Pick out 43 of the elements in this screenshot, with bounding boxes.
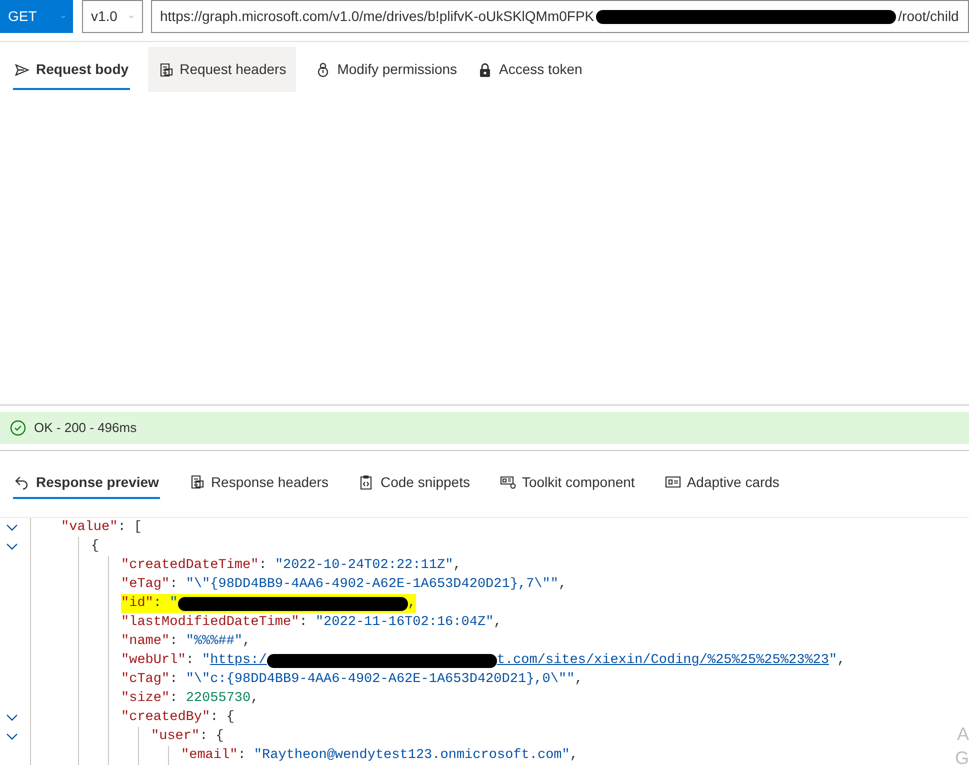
tab[interactable]: Access token — [476, 47, 584, 92]
card-icon — [664, 474, 681, 490]
code-line: "value": [ — [61, 519, 142, 537]
fold-chevron-icon[interactable] — [6, 524, 18, 532]
tab[interactable]: Request headers — [148, 47, 296, 92]
url-text: /root/child — [898, 7, 959, 26]
fold-chevron-icon[interactable] — [6, 714, 18, 722]
link[interactable]: t.com/sites/xiexin/Coding/%25%25%25%23%23 — [496, 651, 829, 670]
code-line: "cTag": "\"c:{98DD4BB9-4AA6-4902-A62E-1A653D420D21},0\"", — [121, 671, 583, 689]
url-text: https://graph.microsoft.com/v1.0/me/drives/b!plifvK-oUkSKlQMm0FPK — [160, 7, 594, 26]
code-line: "eTag": "\"{98DD4BB9-4AA6-4902-A62E-1A653D420D21},7\"", — [121, 576, 567, 594]
link[interactable]: https:/ — [210, 651, 267, 670]
code-line: { — [91, 538, 100, 556]
code-line: "lastModifiedDateTime": "2022-11-16T02:16:04Z", — [121, 614, 502, 632]
component-icon — [500, 474, 516, 490]
tab[interactable]: Response headers — [188, 463, 330, 501]
check-circle-icon — [10, 420, 26, 436]
status-text: OK - 200 - 496ms — [34, 419, 137, 438]
code-line: "email": "Raytheon@wendytest123.onmicrosoft.com", — [181, 747, 578, 765]
url-field[interactable]: https://graph.microsoft.com/v1.0/me/drives/b!plifvK-oUkSKlQMm0FPK /root/child — [151, 0, 969, 33]
code-line: "webUrl": "https:/ t.com/sites/xiexin/Coding/%25%25%25%23%23", — [121, 651, 846, 670]
method-dropdown[interactable]: GET — [0, 0, 73, 33]
document-icon — [158, 62, 174, 78]
code-line: "createdDateTime": "2022-10-24T02:22:11Z", — [121, 557, 462, 575]
fold-chevron-icon[interactable] — [6, 543, 18, 551]
return-arrow-icon — [14, 474, 30, 490]
tab[interactable]: Modify permissions — [314, 47, 458, 92]
code-line: "size": 22055730, — [121, 690, 259, 708]
clipboard-code-icon — [358, 474, 374, 490]
code-line: "user": { — [151, 728, 224, 746]
overlay-text: G — [954, 747, 969, 765]
overlay-text: A — [956, 723, 969, 746]
tab[interactable]: Response preview — [13, 463, 160, 501]
code-line: "createdBy": { — [121, 709, 234, 727]
send-icon — [14, 62, 30, 78]
tab[interactable]: Request body — [13, 47, 130, 92]
code-line: "name": "%%%##", — [121, 633, 251, 651]
version-dropdown[interactable]: v1.0 — [82, 0, 143, 33]
tab[interactable]: Code snippets — [357, 463, 471, 501]
document-icon — [188, 474, 205, 490]
tab[interactable]: Adaptive cards — [664, 463, 780, 501]
tab[interactable]: Toolkit component — [498, 463, 636, 501]
fold-chevron-icon[interactable] — [6, 733, 18, 741]
